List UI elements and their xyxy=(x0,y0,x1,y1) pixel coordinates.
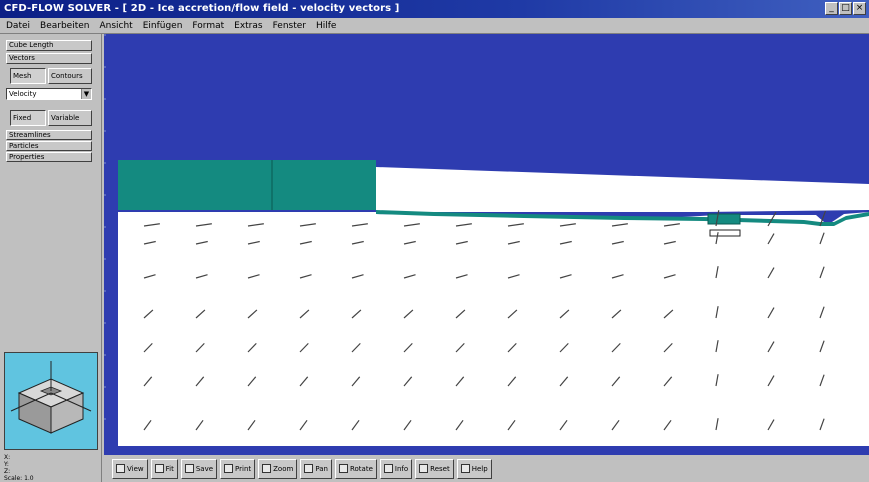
view-icon xyxy=(116,464,125,473)
pan-button-label: Pan xyxy=(315,464,328,473)
save-button-label: Save xyxy=(195,464,214,473)
menu-item-extras[interactable]: Extras xyxy=(234,18,262,33)
variable-button[interactable]: Variable xyxy=(48,110,92,126)
simulation-viewport[interactable] xyxy=(104,34,869,455)
mesh-button[interactable]: Mesh xyxy=(10,68,46,84)
window-controls: _ □ × xyxy=(825,2,866,15)
chevron-down-icon: ▼ xyxy=(81,89,91,99)
help-icon xyxy=(460,464,470,473)
probe-marker xyxy=(709,229,741,237)
print-button[interactable]: Print xyxy=(220,458,256,479)
vectors-button[interactable]: Vectors xyxy=(6,53,92,64)
flow-field-canvas xyxy=(104,34,869,455)
variable-select[interactable]: Velocity ▼ xyxy=(6,88,92,100)
application-window: CFD-FLOW SOLVER - [ 2D - Ice accretion/f… xyxy=(0,0,869,482)
rotate-button[interactable]: Rotate xyxy=(334,458,377,479)
info-icon xyxy=(383,464,393,473)
fit-button-label: Fit xyxy=(165,464,174,473)
info-button-label: Info xyxy=(394,464,409,473)
reset-button-label: Reset xyxy=(430,464,450,473)
readout-scale: Scale: 1.0 xyxy=(4,475,34,482)
info-button[interactable]: Info xyxy=(379,458,413,479)
rotate-icon xyxy=(338,464,348,473)
zoom-button-label: Zoom xyxy=(273,464,294,473)
title-bar[interactable]: CFD-FLOW SOLVER - [ 2D - Ice accretion/f… xyxy=(0,0,869,18)
properties-button[interactable]: Properties xyxy=(6,152,92,162)
reset-icon xyxy=(419,464,429,473)
3d-orientation-thumbnail[interactable] xyxy=(4,352,98,450)
window-title: CFD-FLOW SOLVER - [ 2D - Ice accretion/f… xyxy=(4,3,400,14)
contours-button[interactable]: Contours xyxy=(48,68,92,84)
close-button[interactable]: × xyxy=(853,2,866,15)
print-button-label: Print xyxy=(235,464,252,473)
flow-field-region xyxy=(118,212,869,446)
help-button-label: Help xyxy=(471,464,488,473)
coordinate-readout: X: Y: Z: Scale: 1.0 xyxy=(4,454,98,482)
zoom-icon xyxy=(262,464,272,473)
save-icon xyxy=(184,464,194,473)
fixed-button[interactable]: Fixed xyxy=(10,110,46,126)
variable-select-value: Velocity xyxy=(9,90,37,98)
cube-icon xyxy=(10,361,92,434)
reset-button[interactable]: Reset xyxy=(415,458,454,479)
help-button[interactable]: Help xyxy=(456,458,492,479)
minimize-button[interactable]: _ xyxy=(825,2,838,15)
menu-item-format[interactable]: Format xyxy=(192,18,224,33)
teal-block-left xyxy=(118,160,376,210)
menu-item-einfuegen[interactable]: Einfügen xyxy=(143,18,183,33)
menu-bar: Datei Bearbeiten Ansicht Einfügen Format… xyxy=(0,18,869,34)
menu-item-datei[interactable]: Datei xyxy=(6,18,30,33)
zoom-button[interactable]: Zoom xyxy=(258,458,298,479)
teal-probe-box xyxy=(707,213,741,225)
cube-length-button[interactable]: Cube Length xyxy=(6,40,92,51)
readout-y: Y: xyxy=(4,461,9,468)
print-icon xyxy=(224,464,234,473)
particles-button[interactable]: Particles xyxy=(6,141,92,151)
left-control-panel: Cube Length Vectors Mesh Contours Veloci… xyxy=(0,34,102,482)
pan-button[interactable]: Pan xyxy=(300,458,332,479)
pan-icon xyxy=(304,464,314,473)
save-button[interactable]: Save xyxy=(180,458,218,479)
rotate-button-label: Rotate xyxy=(349,464,373,473)
view-button[interactable]: View xyxy=(112,458,148,479)
readout-x: X: xyxy=(4,454,11,461)
bottom-toolbar: View Fit Save Print Zoom Pan Rotate Info… xyxy=(104,455,869,482)
maximize-button[interactable]: □ xyxy=(839,2,852,15)
menu-item-bearbeiten[interactable]: Bearbeiten xyxy=(40,18,89,33)
menu-item-fenster[interactable]: Fenster xyxy=(273,18,306,33)
menu-item-hilfe[interactable]: Hilfe xyxy=(316,18,336,33)
menu-item-ansicht[interactable]: Ansicht xyxy=(99,18,132,33)
streamlines-button[interactable]: Streamlines xyxy=(6,130,92,140)
bottom-frame-strip xyxy=(104,446,869,455)
upper-white-region xyxy=(376,167,869,212)
readout-z: Z: xyxy=(4,468,11,475)
view-button-label: View xyxy=(127,464,144,473)
fit-icon xyxy=(154,464,164,473)
fit-button[interactable]: Fit xyxy=(150,458,178,479)
